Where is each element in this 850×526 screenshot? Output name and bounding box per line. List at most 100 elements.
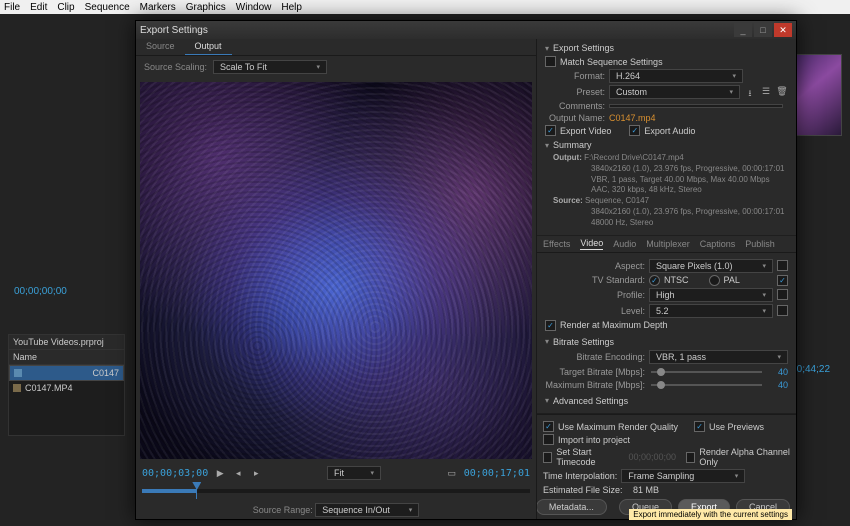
menu-markers[interactable]: Markers	[140, 2, 176, 13]
max-render-quality-checkbox[interactable]	[543, 421, 554, 432]
import-project-checkbox[interactable]	[543, 434, 554, 445]
settings-subtabs: Effects Video Audio Multiplexer Captions…	[537, 236, 796, 253]
preset-select[interactable]: Custom▾	[609, 85, 740, 99]
step-fwd-button[interactable]: ▸	[250, 468, 262, 479]
subtab-captions[interactable]: Captions	[700, 239, 736, 249]
aspect-label: Aspect:	[545, 261, 645, 271]
subtab-effects[interactable]: Effects	[543, 239, 570, 249]
name-column-header: Name	[9, 350, 124, 365]
max-bitrate-value[interactable]: 40	[768, 380, 788, 390]
match-sequence-label: Match Sequence Settings	[560, 57, 663, 67]
pal-radio[interactable]	[709, 275, 720, 286]
menu-clip[interactable]: Clip	[57, 2, 74, 13]
ntsc-radio[interactable]	[649, 275, 660, 286]
timecode-in[interactable]: 00;00;03;00	[142, 468, 208, 479]
zoom-fit-select[interactable]: Fit▾	[327, 466, 381, 480]
project-item-clip[interactable]: C0147.MP4	[9, 381, 124, 395]
twirl-icon[interactable]: ▾	[545, 44, 549, 53]
export-video-label: Export Video	[560, 126, 611, 136]
menu-edit[interactable]: Edit	[30, 2, 47, 13]
app-menubar: File Edit Clip Sequence Markers Graphics…	[0, 0, 850, 14]
aspect-lock[interactable]	[777, 260, 788, 271]
profile-select[interactable]: High▾	[649, 288, 773, 302]
delete-preset-icon[interactable]: 🗑	[776, 86, 788, 98]
twirl-icon[interactable]: ▾	[545, 337, 549, 346]
dialog-footer: Use Maximum Render Quality Use Previews …	[537, 414, 796, 519]
metadata-button[interactable]: Metadata...	[537, 499, 607, 515]
target-bitrate-value[interactable]: 40	[768, 367, 788, 377]
subtab-video[interactable]: Video	[580, 238, 603, 250]
comments-label: Comments:	[545, 101, 605, 111]
target-bitrate-slider[interactable]	[651, 371, 762, 373]
item-label: C0147.MP4	[25, 383, 73, 393]
time-interp-label: Time Interpolation:	[543, 471, 617, 481]
menu-sequence[interactable]: Sequence	[85, 2, 130, 13]
dialog-title: Export Settings	[140, 25, 208, 36]
import-project-label: Import into project	[558, 435, 630, 445]
time-interp-select[interactable]: Frame Sampling▾	[621, 469, 745, 483]
tab-output[interactable]: Output	[185, 39, 232, 55]
export-audio-checkbox[interactable]	[629, 125, 640, 136]
export-settings-header: Export Settings	[553, 43, 614, 53]
bitrate-encoding-label: Bitrate Encoding:	[545, 352, 645, 362]
import-preset-icon[interactable]: ☰	[760, 86, 772, 98]
comments-input[interactable]	[609, 104, 783, 108]
output-name-link[interactable]: C0147.mp4	[609, 113, 656, 123]
menu-help[interactable]: Help	[281, 2, 302, 13]
timecode-out[interactable]: 00;00;17;01	[464, 468, 530, 479]
minimize-button[interactable]: _	[734, 23, 752, 37]
start-timecode-checkbox[interactable]	[543, 452, 552, 463]
bg-timecode-left: 00;00;00;00	[14, 286, 67, 297]
target-bitrate-label: Target Bitrate [Mbps]:	[545, 367, 645, 377]
close-button[interactable]: ✕	[774, 23, 792, 37]
source-range-select[interactable]: Sequence In/Out▾	[315, 503, 419, 517]
export-video-checkbox[interactable]	[545, 125, 556, 136]
dialog-titlebar: Export Settings _ □ ✕	[136, 21, 796, 39]
aspect-select[interactable]: Square Pixels (1.0)▾	[649, 259, 773, 273]
profile-lock[interactable]	[777, 289, 788, 300]
estimated-size-label: Estimated File Size:	[543, 485, 623, 495]
summary-text: Output: F:\Record Drive\C0147.mp4 3840x2…	[545, 153, 788, 229]
aspect-toggle[interactable]: ▭	[446, 468, 458, 479]
ntsc-label: NTSC	[664, 275, 689, 286]
source-scaling-select[interactable]: Scale To Fit▾	[213, 60, 327, 74]
tvstd-lock[interactable]	[777, 275, 788, 286]
subtab-audio[interactable]: Audio	[613, 239, 636, 249]
save-preset-icon[interactable]: ⭳	[744, 86, 756, 98]
step-back-button[interactable]: ◂	[232, 468, 244, 479]
subtab-multiplexer[interactable]: Multiplexer	[646, 239, 690, 249]
transport-bar: 00;00;03;00 ▶ ◂ ▸ Fit▾ ▭ 00;00;17;01	[136, 463, 536, 483]
video-preview[interactable]	[140, 82, 532, 459]
level-select[interactable]: 5.2▾	[649, 304, 773, 318]
alpha-label: Render Alpha Channel Only	[699, 447, 790, 467]
menu-graphics[interactable]: Graphics	[186, 2, 226, 13]
menu-file[interactable]: File	[4, 2, 20, 13]
max-depth-label: Render at Maximum Depth	[560, 320, 668, 330]
use-previews-checkbox[interactable]	[694, 421, 705, 432]
sequence-icon	[14, 369, 22, 377]
source-scaling-label: Source Scaling:	[144, 62, 207, 72]
max-depth-checkbox[interactable]	[545, 320, 556, 331]
subtab-publish[interactable]: Publish	[745, 239, 775, 249]
project-item-sequence[interactable]: C0147	[9, 365, 124, 381]
menu-window[interactable]: Window	[236, 2, 272, 13]
scrubber[interactable]	[142, 483, 530, 501]
playhead[interactable]	[196, 483, 197, 499]
tab-source[interactable]: Source	[136, 39, 185, 55]
maximize-button[interactable]: □	[754, 23, 772, 37]
alpha-checkbox[interactable]	[686, 452, 695, 463]
level-lock[interactable]	[777, 305, 788, 316]
source-range-label: Source Range:	[253, 505, 313, 515]
start-timecode-label: Set Start Timecode	[556, 447, 618, 467]
format-select[interactable]: H.264▾	[609, 69, 743, 83]
export-settings-dialog: Export Settings _ □ ✕ Source Output Sour…	[135, 20, 797, 520]
use-previews-label: Use Previews	[709, 422, 764, 432]
twirl-icon[interactable]: ▾	[545, 396, 549, 405]
match-sequence-checkbox[interactable]	[545, 56, 556, 67]
max-bitrate-slider[interactable]	[651, 384, 762, 386]
bitrate-encoding-select[interactable]: VBR, 1 pass▾	[649, 350, 788, 364]
estimated-size-value: 81 MB	[633, 485, 659, 495]
level-label: Level:	[545, 306, 645, 316]
play-button[interactable]: ▶	[214, 468, 226, 479]
twirl-icon[interactable]: ▾	[545, 141, 549, 150]
